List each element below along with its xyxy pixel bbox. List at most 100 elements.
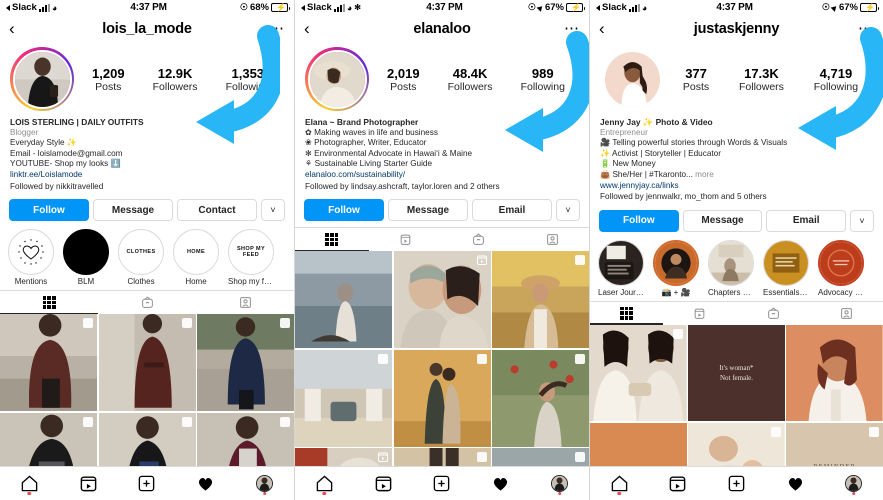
- highlight-label: Clothes: [127, 277, 155, 287]
- tab-add-post[interactable]: [118, 467, 177, 500]
- chevron-down-icon[interactable]: ˅: [261, 199, 285, 222]
- bio-section: Jenny Jay ✨ Photo & Video Entrepreneur 🎥…: [590, 113, 883, 203]
- stat-followers[interactable]: 12.9K Followers: [153, 66, 198, 93]
- status-time: 4:37 PM: [426, 2, 463, 13]
- back-chevron-icon[interactable]: ‹: [304, 20, 326, 37]
- tab-reels[interactable]: [663, 302, 736, 325]
- alarm-icon: ✻: [354, 3, 361, 12]
- tab-profile[interactable]: [530, 467, 589, 500]
- grid-cell[interactable]: [295, 251, 392, 349]
- stat-posts[interactable]: 377 Posts: [683, 66, 709, 93]
- grid-cell[interactable]: [197, 314, 294, 412]
- contact-button[interactable]: Contact: [177, 199, 257, 222]
- stat-following[interactable]: 4,719 Following: [814, 66, 858, 93]
- bio-link[interactable]: elanaloo.com/sustainability/: [305, 170, 579, 181]
- tab-activity[interactable]: [471, 467, 530, 500]
- highlight-item[interactable]: SHOP MY FEED Shop my feed: [228, 229, 274, 286]
- highlight-item[interactable]: Advocacy 🤎: [818, 239, 864, 297]
- stats-row: 1,209 Posts 12.9K Followers 1,353 Follow…: [74, 66, 284, 93]
- tab-igtv[interactable]: [737, 302, 810, 325]
- grid-cell[interactable]: [590, 324, 687, 422]
- highlight-item[interactable]: Chapters of...: [708, 239, 754, 297]
- grid-cell[interactable]: [393, 251, 491, 349]
- grid-cell[interactable]: [393, 349, 491, 447]
- back-chevron-icon[interactable]: ‹: [599, 20, 621, 37]
- more-options-icon[interactable]: ⋯: [263, 21, 285, 36]
- tab-grid[interactable]: [295, 228, 369, 252]
- tab-reels[interactable]: [369, 228, 443, 251]
- tab-activity[interactable]: [176, 467, 235, 500]
- multi-post-icon: [476, 452, 487, 463]
- highlight-item[interactable]: BLM: [63, 229, 109, 286]
- stat-followers[interactable]: 17.3K Followers: [739, 66, 784, 93]
- highlight-item[interactable]: Laser Journ...: [598, 239, 644, 297]
- message-button[interactable]: Message: [682, 209, 763, 232]
- grid-cell[interactable]: [295, 349, 392, 447]
- follow-button[interactable]: Follow: [599, 209, 679, 232]
- tab-grid[interactable]: [590, 302, 664, 325]
- igtv-tab-icon: [141, 296, 153, 309]
- message-button[interactable]: Message: [93, 199, 173, 222]
- tab-tagged[interactable]: [810, 302, 883, 325]
- tab-reels[interactable]: [59, 467, 118, 500]
- grid-cell[interactable]: [98, 314, 196, 412]
- tab-tagged[interactable]: [516, 228, 590, 251]
- bio-link[interactable]: linktr.ee/Loislamode: [10, 170, 284, 181]
- avatar[interactable]: [305, 47, 369, 111]
- stat-following[interactable]: 1,353 Following: [226, 66, 270, 93]
- more-options-icon[interactable]: ⋯: [852, 21, 874, 36]
- stat-posts[interactable]: 2,019 Posts: [387, 66, 420, 93]
- bio-more-link[interactable]: more: [695, 170, 714, 179]
- grid-cell[interactable]: It's woman* Not female.: [688, 324, 785, 422]
- tab-igtv[interactable]: [442, 228, 516, 251]
- status-left: Slack ◕: [6, 2, 57, 13]
- photo-grid: [295, 251, 589, 500]
- avatar[interactable]: [600, 47, 664, 111]
- stat-posts[interactable]: 1,209 Posts: [92, 66, 125, 93]
- tab-add-post[interactable]: [707, 467, 766, 500]
- tab-reels[interactable]: [649, 467, 708, 500]
- email-button[interactable]: Email: [472, 199, 552, 222]
- avatar[interactable]: [10, 47, 74, 111]
- add-post-icon: [728, 475, 745, 492]
- post-thumbnail: [786, 324, 883, 422]
- tab-reels[interactable]: [354, 467, 413, 500]
- more-options-icon[interactable]: ⋯: [558, 21, 580, 36]
- grid-cell[interactable]: [492, 251, 589, 349]
- tab-add-post[interactable]: [413, 467, 472, 500]
- three-phone-screenshot-comparison: Slack ◕ 4:37 PM ☉ 68% ⚡ ‹ lois_la_mode ⋯: [0, 0, 883, 500]
- highlight-item[interactable]: 📸 + 🎥: [653, 239, 699, 297]
- stat-followers[interactable]: 48.4K Followers: [448, 66, 493, 93]
- grid-cell[interactable]: [492, 349, 589, 447]
- follow-button[interactable]: Follow: [304, 199, 384, 222]
- tab-home[interactable]: [590, 467, 649, 500]
- tab-activity[interactable]: [766, 467, 825, 500]
- bio-link[interactable]: www.jennyjay.ca/links: [600, 181, 873, 192]
- follow-button[interactable]: Follow: [9, 199, 89, 222]
- tab-home[interactable]: [0, 467, 59, 500]
- tab-grid[interactable]: [0, 291, 98, 315]
- tab-profile[interactable]: [824, 467, 883, 500]
- post-text-overlay: It's woman* Not female.: [688, 325, 785, 422]
- tab-home[interactable]: [295, 467, 354, 500]
- highlight-item[interactable]: Essentials L...: [763, 239, 809, 297]
- chevron-down-icon[interactable]: ˅: [850, 209, 875, 232]
- grid-cell[interactable]: [0, 314, 97, 412]
- message-button[interactable]: Message: [388, 199, 468, 222]
- email-button[interactable]: Email: [766, 209, 847, 232]
- status-left: Slack ◕ ✻: [301, 2, 361, 13]
- tab-profile[interactable]: [235, 467, 294, 500]
- highlight-item[interactable]: Mentions: [8, 229, 54, 286]
- profile-action-buttons: Follow Message Contact ˅: [0, 192, 294, 227]
- tab-tagged[interactable]: [196, 291, 294, 314]
- igtv-tab-icon: [767, 307, 779, 319]
- stat-value: 2,019: [387, 65, 420, 81]
- back-chevron-icon[interactable]: ‹: [9, 20, 31, 37]
- stat-following[interactable]: 989 Following: [521, 66, 565, 93]
- highlight-item[interactable]: CLOTHES Clothes: [118, 229, 164, 286]
- highlight-item[interactable]: HOME Home: [173, 229, 219, 286]
- chevron-down-icon[interactable]: ˅: [556, 199, 580, 222]
- grid-cell[interactable]: [786, 324, 883, 422]
- stat-value: 989: [531, 65, 554, 81]
- tab-igtv[interactable]: [98, 291, 196, 314]
